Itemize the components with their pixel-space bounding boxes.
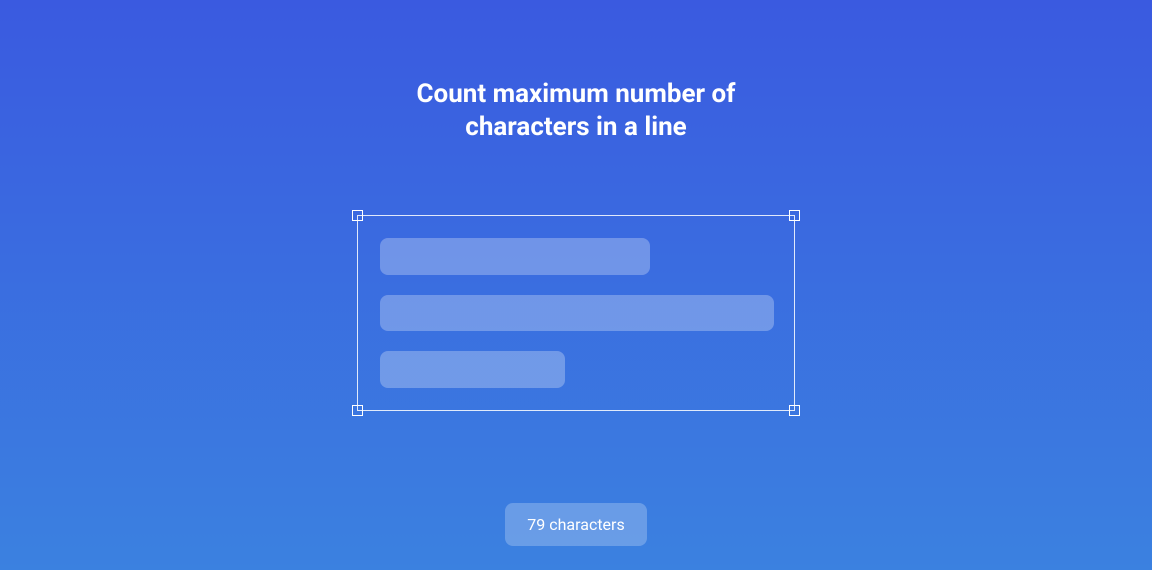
resize-handle-top-left[interactable] bbox=[352, 210, 363, 221]
character-count-badge: 79 characters bbox=[505, 503, 646, 546]
page-title: Count maximum number of characters in a … bbox=[376, 78, 776, 143]
resize-handle-bottom-right[interactable] bbox=[789, 405, 800, 416]
text-selection-frame[interactable] bbox=[357, 215, 795, 411]
resize-handle-top-right[interactable] bbox=[789, 210, 800, 221]
text-line-placeholder bbox=[380, 351, 565, 388]
resize-handle-bottom-left[interactable] bbox=[352, 405, 363, 416]
text-line-placeholder bbox=[380, 238, 650, 275]
text-line-placeholder bbox=[380, 295, 774, 332]
